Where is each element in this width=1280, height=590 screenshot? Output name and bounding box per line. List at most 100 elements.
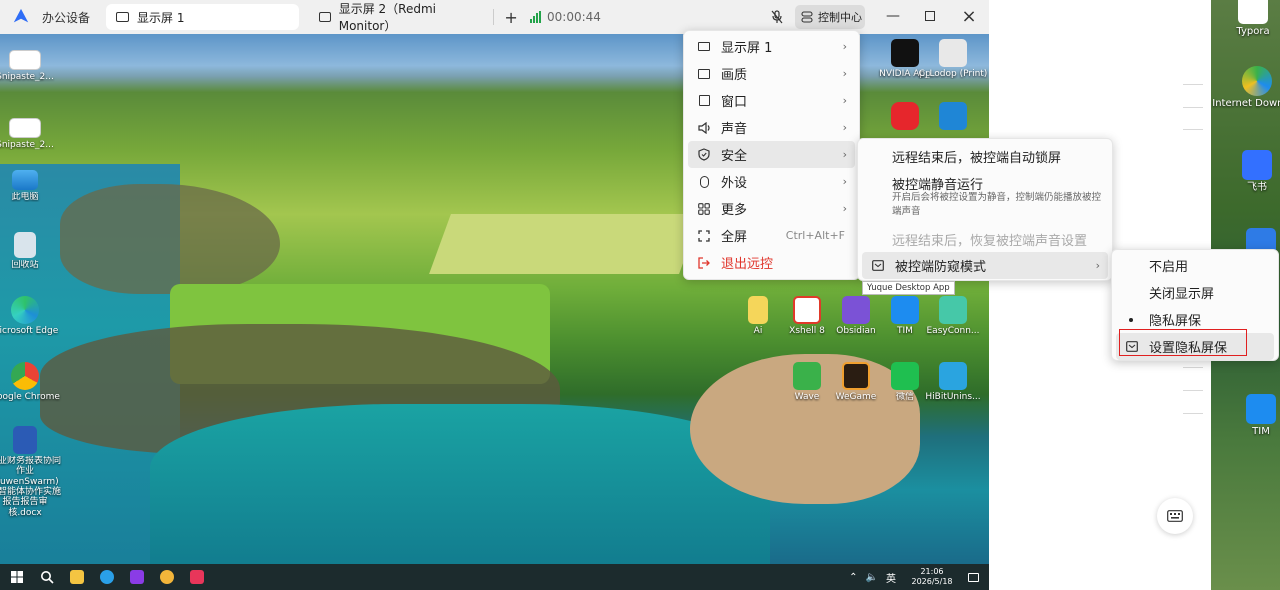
app-logo-icon [13, 8, 29, 23]
desktop-icon-label: Microsoft Edge [0, 326, 59, 336]
desktop-icon[interactable]: Typora [1233, 0, 1273, 38]
chevron-right-icon: › [842, 175, 847, 188]
privacy-mode-option[interactable]: 被控端防窥模式 › [862, 252, 1108, 279]
desktop-icon[interactable]: EasyConn... [916, 296, 989, 336]
divider [1183, 413, 1203, 414]
monitor-icon [319, 12, 331, 22]
system-tray: ⌃ 🔈 英 21:06 2026/5/18 [849, 564, 979, 590]
menu-item-label: 窗口 [721, 95, 748, 110]
uninstaller-icon [939, 362, 967, 390]
tab-display-1[interactable]: 显示屏 1 [106, 4, 300, 30]
monitor-icon [116, 12, 130, 22]
vscode-icon[interactable] [916, 102, 989, 130]
clock-date: 2026/5/18 [911, 577, 953, 586]
word-document-icon [13, 426, 37, 454]
shortcut-label: Ctrl+Alt+F [785, 229, 845, 242]
wegame-icon [842, 362, 870, 390]
window-icon [697, 94, 711, 108]
windows-start-button[interactable] [2, 564, 32, 590]
taskbar-explorer[interactable] [62, 564, 92, 590]
taskbar-edge[interactable] [92, 564, 122, 590]
tab-display-2[interactable]: 显示屏 2（Redmi Monitor） [309, 2, 489, 33]
menu-item-security[interactable]: 安全 › [688, 141, 855, 168]
desktop-icon[interactable]: Snipaste_2... [0, 118, 62, 150]
session-timer: 00:00:44 [547, 10, 601, 24]
menu-item-quality[interactable]: 画质 › [688, 60, 855, 87]
menu-item-exit-remote[interactable]: 退出远控 [688, 249, 855, 276]
signal-icon [530, 11, 542, 23]
taskbar-app[interactable] [152, 564, 182, 590]
add-tab-button[interactable]: + [504, 8, 518, 27]
tim-icon [1246, 394, 1276, 424]
vscode-icon [939, 102, 967, 130]
menu-item-window[interactable]: 窗口 › [688, 87, 855, 114]
recycle-bin-icon [14, 232, 36, 258]
obsidian-icon [842, 296, 870, 324]
desktop-icon[interactable]: 企业财务报表协同作业(JiuwenSwarm)多智能体协作实施报告报告审核.do… [0, 426, 62, 540]
menu-item-sound[interactable]: 声音 › [688, 114, 855, 141]
feishu-icon [1242, 150, 1272, 180]
keyboard-button[interactable] [1157, 498, 1193, 534]
clock[interactable]: 21:06 2026/5/18 [904, 567, 960, 586]
chevron-right-icon: › [842, 121, 847, 134]
privacy-turn-off-display-option[interactable]: 关闭显示屏 [1116, 279, 1274, 306]
screen-icon [871, 259, 885, 273]
image-file-icon [9, 118, 41, 138]
taskbar-jetbrains[interactable] [122, 564, 152, 590]
desktop-icon-label: 回收站 [11, 260, 39, 270]
desktop-icon[interactable]: Snipaste_2... [0, 50, 62, 82]
desktop-icon[interactable]: TIM [1241, 394, 1280, 438]
maximize-button[interactable] [922, 8, 938, 24]
menu-item-more[interactable]: 更多 › [688, 195, 855, 222]
privacy-disable-option[interactable]: 不启用 [1116, 252, 1274, 279]
notification-icon[interactable] [968, 572, 979, 582]
menu-item-peripherals[interactable]: 外设 › [688, 168, 855, 195]
image-icon [697, 67, 711, 81]
desktop-icon-label: Snipaste_2... [0, 72, 54, 82]
taskbar-search-button[interactable] [32, 564, 62, 590]
desktop-icon[interactable]: Internet Downlo... [1212, 66, 1280, 110]
desktop-icon-label: TIM [1252, 426, 1270, 437]
speaker-icon[interactable]: 🔈 [866, 572, 878, 583]
control-center-icon [801, 11, 813, 23]
desktop-icon[interactable]: 回收站 [0, 232, 62, 270]
menu-item-fullscreen[interactable]: 全屏 Ctrl+Alt+F [688, 222, 855, 249]
menu-item-label: 外设 [721, 176, 748, 191]
divider [1183, 390, 1203, 391]
desktop-icon[interactable]: Microsoft Edge [0, 296, 62, 336]
menu-item-label: 隐私屏保 [1149, 314, 1202, 329]
chevron-right-icon: › [842, 94, 847, 107]
app-icon [190, 570, 204, 584]
tim-icon [891, 296, 919, 324]
menu-item-label: 显示屏 1 [721, 41, 773, 56]
exit-icon [697, 256, 711, 270]
annotation-highlight-box [1119, 329, 1247, 356]
menu-item-label: 全屏 [721, 230, 748, 245]
desktop-icon[interactable]: HiBitUnins... [916, 362, 989, 402]
taskbar-app[interactable] [182, 564, 212, 590]
mic-muted-icon[interactable] [770, 10, 784, 24]
auto-lock-option[interactable]: 远程结束后，被控端自动锁屏 [892, 147, 1061, 166]
ime-indicator[interactable]: 英 [886, 570, 896, 585]
control-center-button[interactable]: 控制中心 [795, 5, 865, 29]
minimize-button[interactable]: — [885, 8, 901, 24]
clock-time: 21:06 [920, 567, 944, 577]
chevron-right-icon: › [842, 40, 847, 53]
desktop-icon-label: Internet Downlo... [1212, 98, 1280, 109]
keyboard-icon [1167, 510, 1183, 522]
close-button[interactable]: × [961, 6, 977, 27]
desktop-icon[interactable]: 飞书 [1237, 150, 1277, 194]
tab-label: 显示屏 2（Redmi Monitor） [338, 2, 437, 33]
chevron-up-icon[interactable]: ⌃ [849, 572, 857, 583]
desktop-icon-label: Typora [1236, 26, 1270, 37]
desktop-icon[interactable]: Google Chrome [0, 362, 62, 402]
menu-item-label: 安全 [721, 149, 748, 164]
mouse-icon [697, 175, 711, 189]
jetbrains-icon [130, 570, 144, 584]
desktop-icon[interactable]: 此电脑 [0, 170, 62, 202]
menu-item-display[interactable]: 显示屏 1 › [688, 33, 855, 60]
desktop-icon-label: 此电脑 [11, 192, 39, 202]
desktop-icon-label: Google Chrome [0, 392, 60, 402]
desktop-icon[interactable]: C_Lodop (Print) [916, 39, 989, 79]
menu-item-label: 被控端防窥模式 [895, 260, 987, 275]
